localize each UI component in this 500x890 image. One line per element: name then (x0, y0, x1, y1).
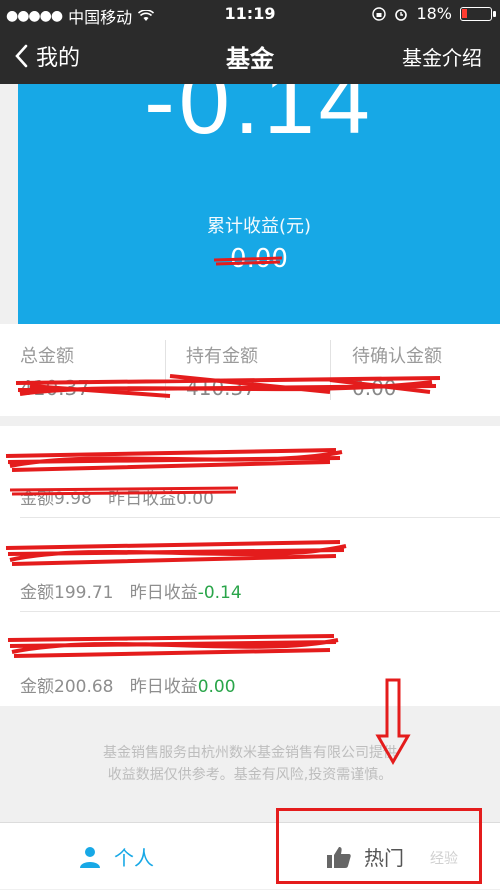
chevron-left-icon (15, 44, 28, 68)
earnings-summary-card: -0.14 累计收益(元) 0.00 (18, 84, 500, 324)
watermark-text: 经验 (430, 851, 458, 867)
highlight-box (276, 808, 482, 884)
fund-item[interactable]: 金额9.98 昨日收益0.00 (0, 426, 500, 518)
rotation-lock-icon (372, 6, 387, 21)
yesterday-earnings-value: -0.14 (144, 84, 374, 153)
amount-label: 金额 (20, 677, 54, 697)
tab-personal[interactable]: 个人 (78, 823, 154, 890)
stat-value: 0.00 (352, 376, 397, 400)
fund-intro-link[interactable]: 基金介绍 (402, 42, 482, 71)
stat-holding-amount: 持有金额 410.37 (166, 324, 332, 416)
battery-icon (460, 6, 496, 21)
amount-value: 200.68 (54, 677, 114, 697)
status-bar: ●●●●● 中国移动 11:19 18% (0, 0, 500, 28)
yesterday-label: 昨日收益 (129, 677, 198, 697)
disclaimer-line: 收益数据仅供参考。基金有风险,投资需谨慎。 (107, 767, 393, 783)
yesterday-value: 0.00 (197, 677, 236, 697)
stat-pending-amount: 待确认金额 0.00 (332, 324, 500, 416)
row-separator (20, 611, 500, 612)
battery-percent: 18% (416, 4, 452, 23)
alarm-icon (395, 8, 408, 21)
stat-value: 410.37 (186, 376, 256, 400)
fund-meta: 金额200.68 昨日收益0.00 (20, 672, 236, 697)
stat-label: 待确认金额 (352, 346, 442, 367)
person-icon (80, 846, 100, 868)
fund-item[interactable]: 金额199.71 昨日收益-0.14 (0, 520, 500, 612)
stat-label: 持有金额 (186, 346, 258, 367)
tab-personal-label: 个人 (114, 846, 154, 870)
fund-meta: 金额9.98 昨日收益0.00 (20, 484, 214, 509)
stat-divider (330, 340, 331, 400)
yesterday-value: 0.00 (176, 489, 214, 509)
back-button[interactable]: 我的 (14, 40, 80, 72)
status-right: 18% (372, 4, 496, 23)
fund-list: 金额9.98 昨日收益0.00 金额199.71 昨日收益-0.14 金额200… (0, 426, 500, 706)
disclaimer: 基金销售服务由杭州数米基金销售有限公司提供 收益数据仅供参考。基金有风险,投资需… (0, 742, 500, 786)
amount-value: 9.98 (54, 489, 92, 509)
fund-item[interactable]: 金额200.68 昨日收益0.00 (0, 614, 500, 706)
back-label: 我的 (36, 46, 81, 71)
stat-value: 410.37 (20, 376, 90, 400)
disclaimer-line: 基金销售服务由杭州数米基金销售有限公司提供 (103, 745, 397, 761)
navigation-bar: 我的 基金 基金介绍 (0, 28, 500, 84)
cumulative-earnings-value: 0.00 (230, 244, 288, 274)
amount-stats-row: 总金额 410.37 持有金额 410.37 待确认金额 0.00 (0, 324, 500, 416)
stat-total-amount: 总金额 410.37 (0, 324, 166, 416)
yesterday-label: 昨日收益 (108, 489, 177, 509)
amount-label: 金额 (20, 489, 54, 509)
yesterday-label: 昨日收益 (129, 583, 198, 603)
stat-label: 总金额 (20, 346, 74, 367)
fund-meta: 金额199.71 昨日收益-0.14 (20, 578, 242, 603)
cumulative-earnings-label: 累计收益(元) (206, 216, 312, 237)
row-separator (20, 517, 500, 518)
yesterday-value: -0.14 (197, 583, 242, 603)
amount-label: 金额 (20, 583, 54, 603)
amount-value: 199.71 (54, 583, 114, 603)
